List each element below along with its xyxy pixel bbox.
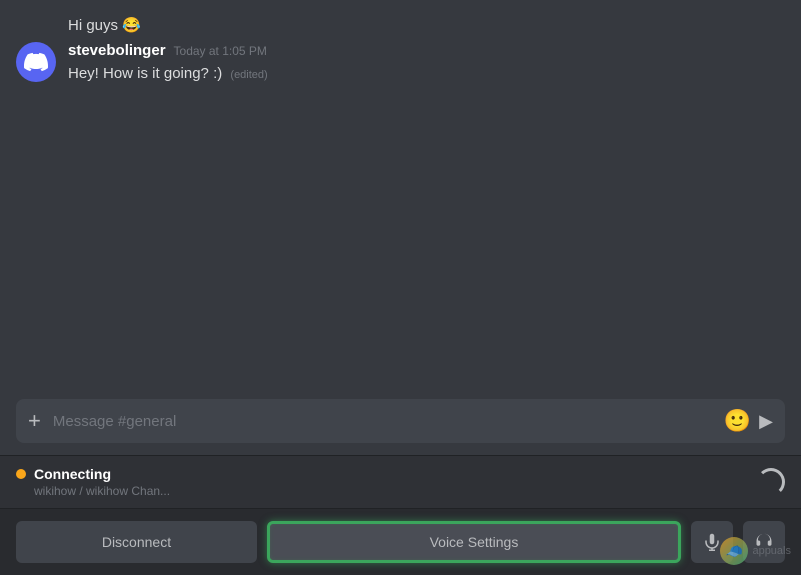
message-text: Hey! How is it going? :) (edited) (68, 63, 785, 84)
connecting-label: Connecting (34, 466, 111, 482)
watermark-label: appuals (752, 545, 791, 557)
voice-status-bar: Connecting wikihow / wikihow Chan... (0, 455, 801, 508)
send-message-button[interactable]: ▶ (759, 411, 773, 432)
message-header: stevebolinger Today at 1:05 PM (68, 42, 785, 59)
emoji-picker-button[interactable]: 🙂 (724, 408, 751, 434)
edited-tag: (edited) (230, 69, 267, 81)
add-attachment-button[interactable]: + (28, 410, 41, 432)
voice-settings-button[interactable]: Voice Settings (267, 521, 681, 563)
message-row: Hi guys 😂 (16, 16, 785, 34)
message-input-placeholder[interactable]: Message #general (53, 413, 716, 430)
disconnect-button[interactable]: Disconnect (16, 521, 257, 563)
connecting-row: Connecting (16, 466, 170, 482)
chat-area: Hi guys 😂 stevebolinger Today at 1:05 PM… (0, 0, 801, 575)
messages-container: Hi guys 😂 stevebolinger Today at 1:05 PM… (0, 0, 801, 387)
channel-path: wikihow / wikihow Chan... (16, 484, 170, 498)
connecting-status-dot (16, 469, 26, 479)
watermark: 🧢 appuals (720, 537, 791, 565)
loading-spinner-icon (757, 468, 785, 496)
voice-controls-bar: Disconnect Voice Settings (0, 508, 801, 575)
input-box: + Message #general 🙂 ▶ (16, 399, 785, 443)
watermark-icon: 🧢 (720, 537, 748, 565)
message-row: stevebolinger Today at 1:05 PM Hey! How … (16, 42, 785, 84)
voice-status-left: Connecting wikihow / wikihow Chan... (16, 466, 170, 498)
message-content: stevebolinger Today at 1:05 PM Hey! How … (68, 42, 785, 84)
discord-logo-icon (16, 42, 56, 82)
timestamp: Today at 1:05 PM (174, 44, 267, 58)
message-text: Hi guys 😂 (68, 16, 141, 34)
username: stevebolinger (68, 42, 166, 59)
avatar (16, 42, 56, 82)
message-input-area: + Message #general 🙂 ▶ (0, 387, 801, 455)
